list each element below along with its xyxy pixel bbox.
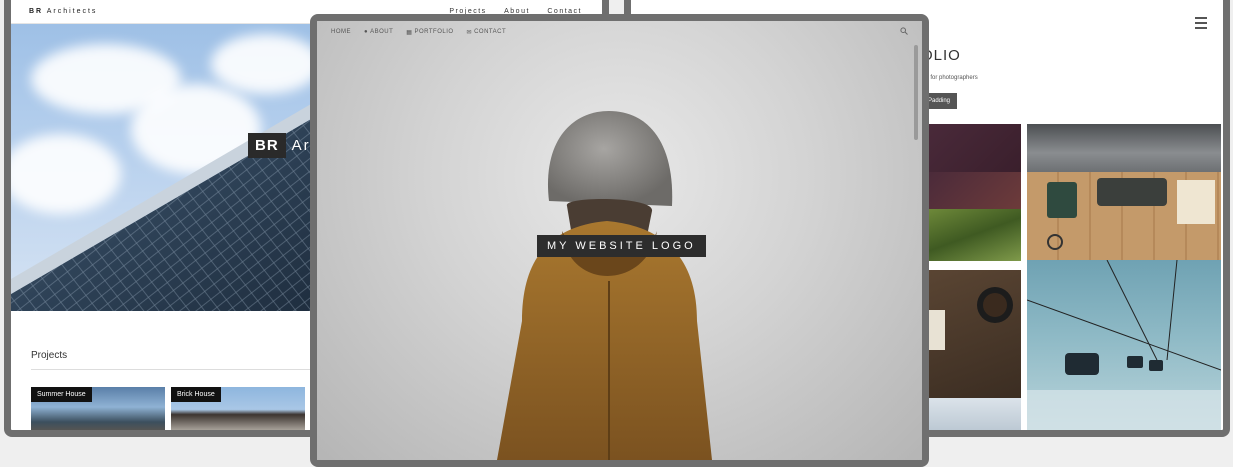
envelope-icon: ✉ (466, 29, 473, 36)
nav-about-link[interactable]: ● ABOUT (364, 29, 393, 35)
architects-brand[interactable]: BR Architects (29, 8, 97, 15)
website-logo[interactable]: MY WEBSITE LOGO (537, 235, 706, 257)
gallery-photo[interactable] (925, 172, 1021, 209)
gallery-photo[interactable] (1027, 124, 1221, 172)
project-card-summer-house[interactable]: Summer House (31, 387, 165, 430)
user-icon: ● (364, 29, 369, 35)
nav-about-label: ABOUT (370, 29, 394, 35)
gallery-photo[interactable] (925, 124, 1021, 172)
nav-portfolio-label: PORTFOLIO (414, 29, 454, 35)
gallery-photo[interactable] (925, 398, 1021, 430)
project-card-label: Summer House (31, 387, 92, 402)
website-navbar: HOME ● ABOUT ▦ PORTFOLIO ✉ CONTACT (317, 21, 922, 43)
project-card-brick-house[interactable]: Brick House (171, 387, 305, 430)
nav-home-label: HOME (331, 29, 351, 35)
gallery-photo[interactable] (925, 270, 1021, 398)
nav-contact-link[interactable]: ✉ CONTACT (467, 29, 507, 36)
nav-contact-label: CONTACT (474, 29, 507, 35)
gallery-photo[interactable] (925, 209, 1021, 261)
nav-portfolio-link[interactable]: ▦ PORTFOLIO (406, 29, 453, 36)
project-card-label: Brick House (171, 387, 221, 402)
brand-bold: BR (29, 8, 44, 15)
my-website-preview[interactable]: HOME ● ABOUT ▦ PORTFOLIO ✉ CONTACT MY WE… (310, 14, 929, 467)
projects-heading: Projects (31, 350, 68, 361)
brand-rest: Architects (46, 8, 98, 15)
hero-title-box: BR (248, 133, 286, 158)
grid-icon: ▦ (406, 29, 413, 36)
scrollbar-thumb[interactable] (914, 45, 918, 140)
hamburger-icon[interactable] (1195, 17, 1207, 32)
gallery-photo[interactable] (1027, 260, 1221, 430)
gallery-photo[interactable] (1027, 172, 1221, 260)
portfolio-subtitle: cts for photographers (921, 75, 978, 81)
nav-home-link[interactable]: HOME (331, 29, 351, 35)
search-icon[interactable] (900, 27, 908, 35)
